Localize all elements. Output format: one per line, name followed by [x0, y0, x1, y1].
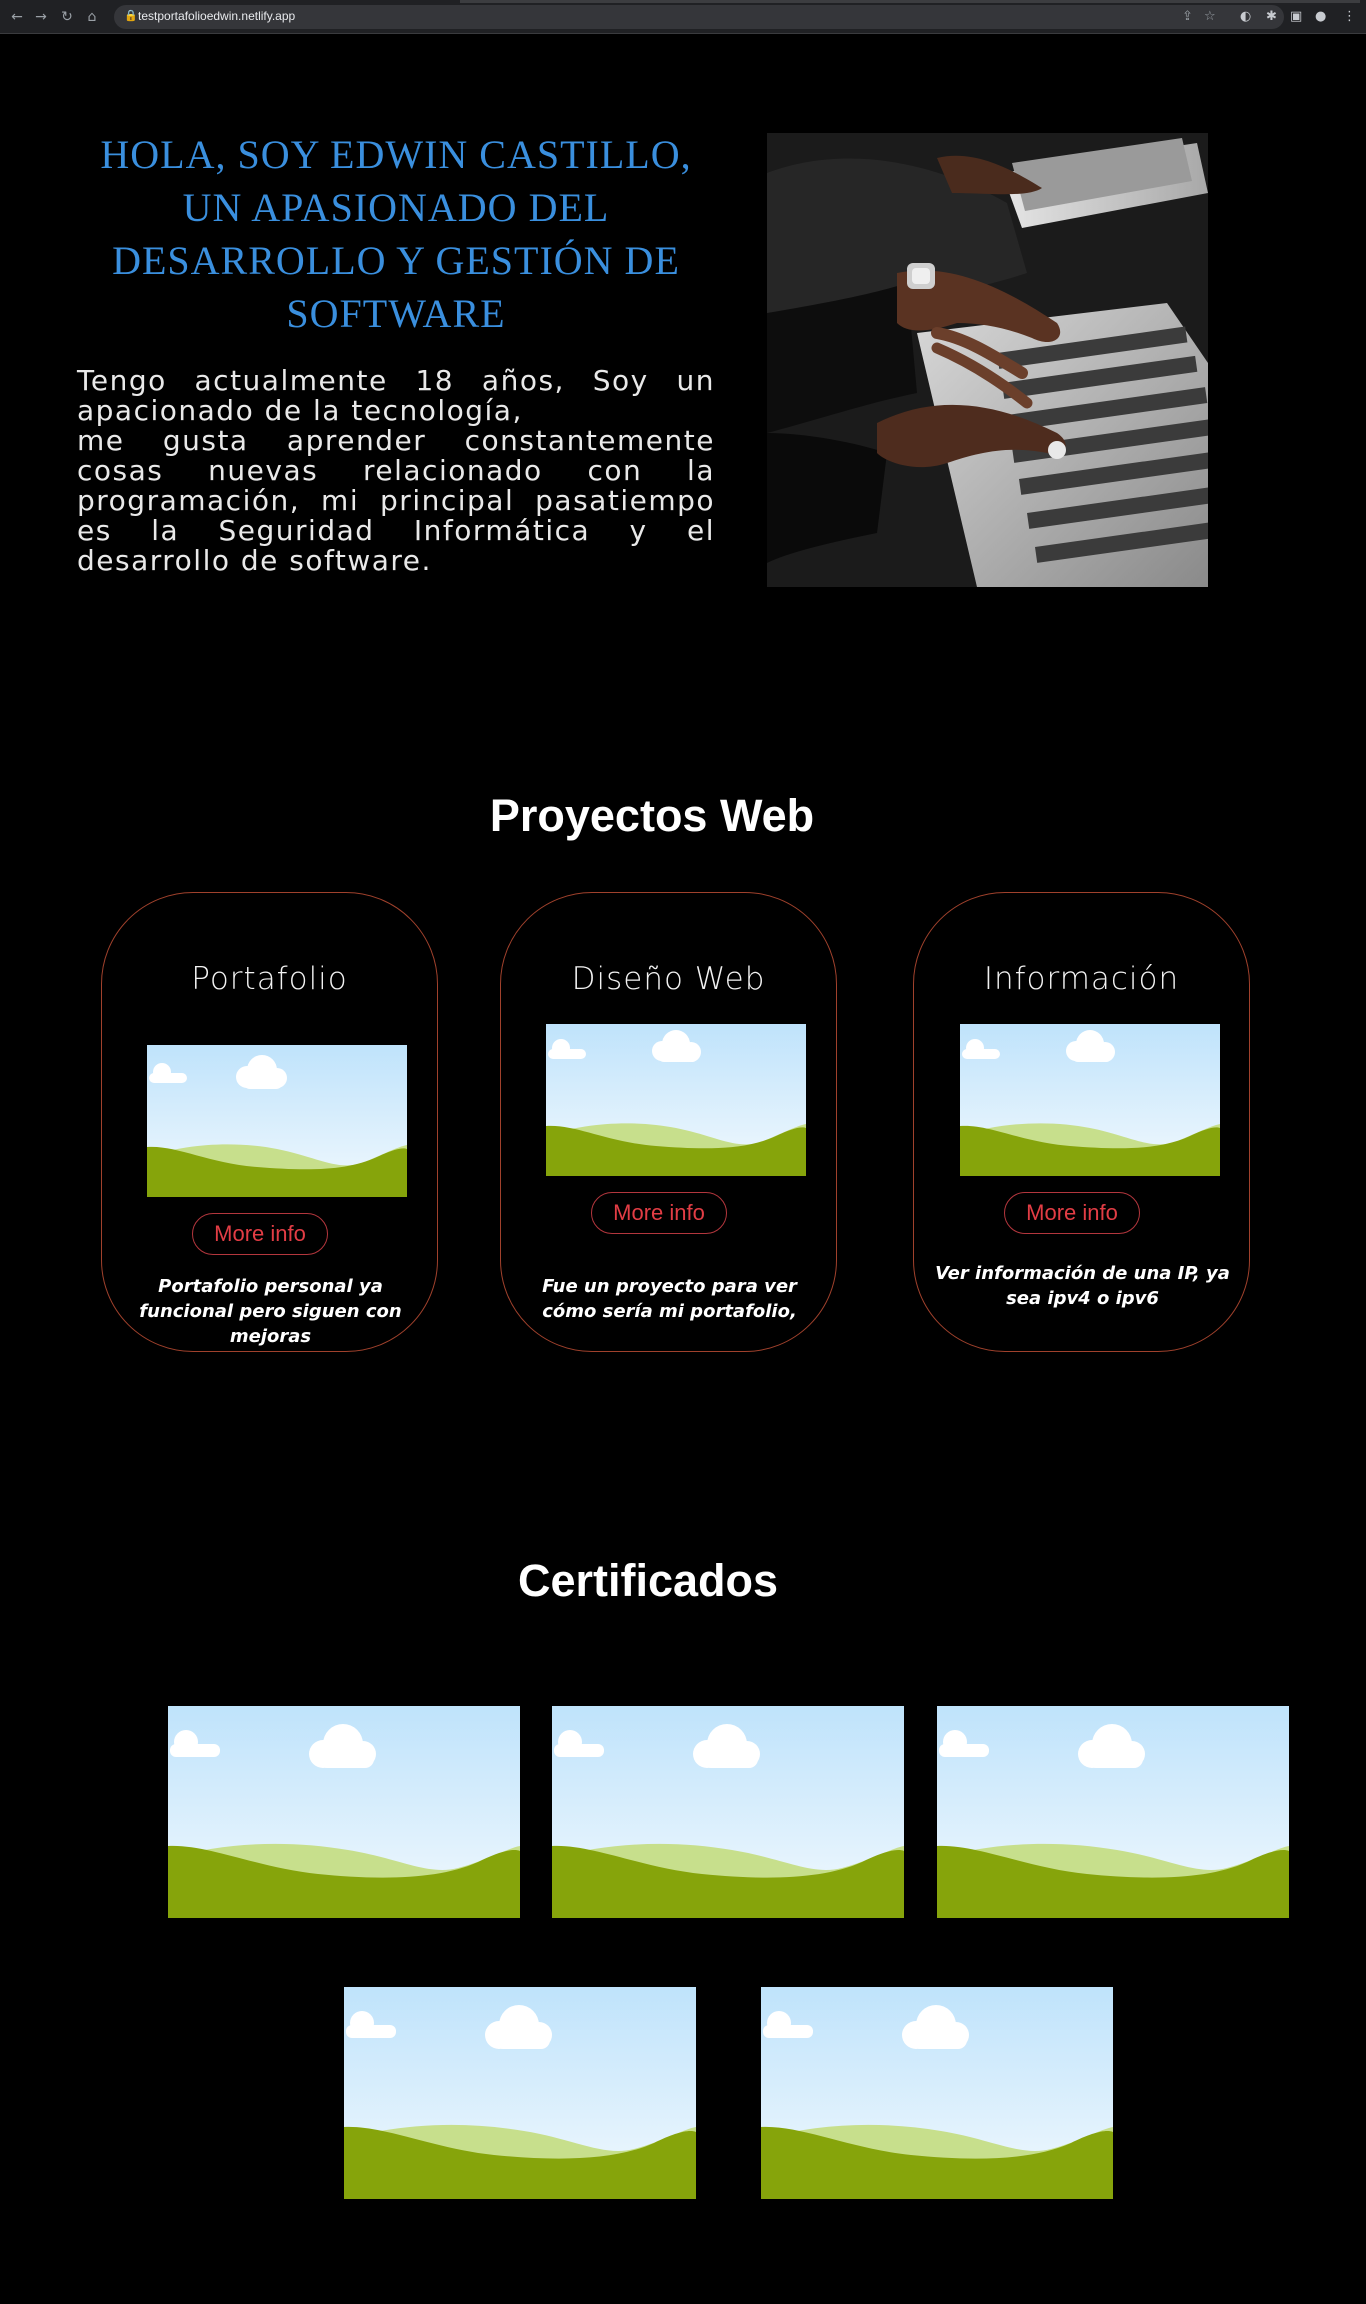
hero-intro: Tengo actualmente 18 años, Soy un apacio…	[77, 366, 715, 576]
forward-icon[interactable]: →	[32, 8, 50, 26]
reload-icon[interactable]: ↻	[58, 8, 76, 26]
image-placeholder-icon	[546, 1024, 806, 1176]
projects-heading: Proyectos Web	[489, 790, 815, 841]
hero-photo	[767, 133, 1208, 587]
image-placeholder-icon	[147, 1045, 407, 1197]
project-card-diseno-web: Diseño Web More info Fue un proyecto par…	[500, 892, 837, 1352]
hero-intro-line-1: Tengo actualmente 18 años, Soy un apacio…	[77, 364, 715, 427]
image-placeholder-icon	[552, 1706, 904, 1918]
certificate-image[interactable]	[168, 1706, 520, 1918]
project-card-title: Diseño Web	[571, 961, 766, 997]
back-icon[interactable]: ←	[8, 8, 26, 26]
project-card-portafolio: Portafolio More info Portafolio personal…	[101, 892, 438, 1352]
home-icon[interactable]: ⌂	[83, 8, 101, 26]
lock-icon[interactable]: 🔒	[124, 9, 138, 22]
side-panel-icon[interactable]: ▣	[1290, 8, 1302, 26]
image-placeholder-icon	[937, 1706, 1289, 1918]
browser-toolbar: ← → ↻ ⌂ 🔒 testportafolioedwin.netlify.ap…	[0, 0, 1366, 34]
project-image	[960, 1024, 1220, 1176]
profile-icon[interactable]: ●	[1315, 8, 1326, 26]
certificate-image[interactable]	[552, 1706, 904, 1918]
project-card-title: Portafolio	[191, 961, 348, 997]
image-placeholder-icon	[761, 1987, 1113, 2199]
certificate-image[interactable]	[761, 1987, 1113, 2199]
certificate-image[interactable]	[344, 1987, 696, 2199]
laptop-typing-photo-icon	[767, 133, 1208, 587]
project-description: Fue un proyecto para ver cómo sería mi p…	[542, 1276, 797, 1322]
hero-intro-line-2: me gusta aprender constantemente cosas n…	[77, 424, 715, 577]
project-image	[147, 1045, 407, 1197]
tab-strip	[460, 0, 1360, 3]
share-icon[interactable]: ⇪	[1182, 9, 1193, 24]
browser-menu-icon[interactable]: ⋮	[1343, 8, 1356, 26]
project-image	[546, 1024, 806, 1176]
project-description: Ver información de una IP, ya sea ipv4 o…	[935, 1263, 1230, 1309]
url-text[interactable]: testportafolioedwin.netlify.app	[138, 9, 295, 23]
certificates-heading: Certificados	[517, 1555, 779, 1606]
hero-title: HOLA, SOY EDWIN CASTILLO, UN APASIONADO …	[100, 132, 692, 336]
project-description: Portafolio personal ya funcional pero si…	[139, 1276, 402, 1347]
address-bar[interactable]: 🔒 testportafolioedwin.netlify.app ⇪ ☆	[114, 5, 1284, 29]
image-placeholder-icon	[168, 1706, 520, 1918]
image-placeholder-icon	[960, 1024, 1220, 1176]
extension-icon[interactable]: ◐	[1240, 8, 1251, 26]
extensions-puzzle-icon[interactable]: ✱	[1266, 8, 1277, 26]
more-info-button[interactable]: More info	[192, 1213, 328, 1255]
bookmark-star-icon[interactable]: ☆	[1204, 9, 1216, 24]
project-card-informacion: Información More info Ver información de…	[913, 892, 1250, 1352]
project-card-title: Información	[983, 961, 1180, 997]
more-info-button[interactable]: More info	[1004, 1192, 1140, 1234]
certificate-image[interactable]	[937, 1706, 1289, 1918]
more-info-button[interactable]: More info	[591, 1192, 727, 1234]
image-placeholder-icon	[344, 1987, 696, 2199]
